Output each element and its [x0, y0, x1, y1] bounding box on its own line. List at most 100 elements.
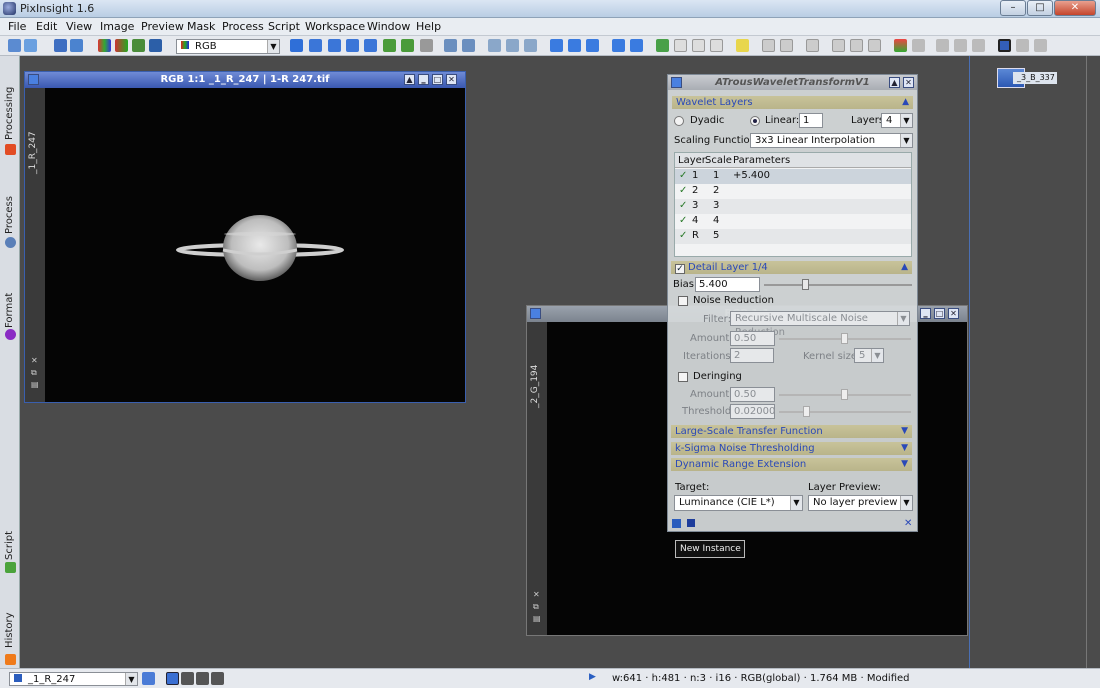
link-icon[interactable]: ⧉ — [533, 602, 539, 612]
maximize-icon[interactable]: □ — [934, 308, 945, 319]
close-icon[interactable]: ✕ — [903, 77, 914, 88]
check-icon[interactable]: ✓ — [679, 200, 687, 211]
section-wavelet-layers[interactable]: Wavelet Layers ▲ — [672, 96, 913, 109]
apply-icon[interactable] — [687, 519, 695, 527]
maximize-button[interactable]: □ — [1027, 0, 1053, 16]
shade-icon[interactable]: ▲ — [404, 74, 415, 85]
image-window-r247[interactable]: RGB 1:1 _1_R_247 | 1-R 247.tif ▲ ‗ □ ✕ _… — [24, 71, 466, 403]
menu-script[interactable]: Script — [268, 20, 300, 33]
cascade-icon[interactable] — [612, 39, 625, 52]
noise-reduction-checkbox[interactable] — [678, 296, 688, 306]
window-menu-icon[interactable] — [28, 74, 39, 85]
zoom-in-icon[interactable] — [444, 39, 457, 52]
check-icon[interactable]: ✓ — [679, 230, 687, 241]
rotate-icon[interactable] — [850, 39, 863, 52]
redo-icon[interactable] — [24, 39, 37, 52]
linear-radio[interactable] — [750, 116, 760, 126]
crop-icon[interactable] — [832, 39, 845, 52]
grayscale-icon[interactable] — [132, 39, 145, 52]
menu-mask[interactable]: Mask — [187, 20, 215, 33]
play-icon[interactable]: ▶ — [589, 672, 596, 682]
menu-help[interactable]: Help — [416, 20, 441, 33]
iconize-icon[interactable]: ‗ — [920, 308, 931, 319]
pan-tool-icon[interactable] — [364, 39, 377, 52]
slider-handle[interactable] — [841, 389, 848, 400]
tab-process-explorer[interactable]: Process Explorer — [0, 160, 35, 236]
layers-table[interactable]: Layer Scale Parameters ✓ 1 1 +5.400 ✓ 2 … — [674, 152, 912, 257]
layers-select[interactable]: 4 ▼ — [881, 113, 913, 128]
section-detail-layer[interactable]: ✓ Detail Layer 1/4 ▲ — [671, 261, 912, 274]
new-instance-icon[interactable] — [672, 519, 681, 528]
workspace-1-icon[interactable] — [954, 39, 967, 52]
hand-icon[interactable] — [806, 39, 819, 52]
dr-amount-input[interactable]: 0.50 — [730, 387, 775, 402]
mask-show-icon[interactable] — [674, 39, 687, 52]
check-icon[interactable]: ✓ — [679, 215, 687, 226]
image-window-title[interactable]: RGB 1:1 _1_R_247 | 1-R 247.tif — [25, 72, 465, 88]
workspace-2-icon[interactable] — [972, 39, 985, 52]
zoom-in-tool-icon[interactable] — [328, 39, 341, 52]
amount-slider[interactable] — [779, 333, 911, 344]
tab-history-explorer[interactable]: History Explorer — [0, 578, 35, 650]
display-r-icon[interactable] — [181, 672, 194, 685]
table-row[interactable]: ✓ 3 3 — [675, 199, 911, 214]
image-icon-label[interactable]: _3_B_337 — [1013, 72, 1057, 84]
zoom-1-1-icon[interactable] — [488, 39, 501, 52]
iterations-spinbox[interactable]: 2 — [730, 348, 774, 363]
target-select[interactable]: Luminance (CIE L*) ▼ — [674, 495, 803, 511]
mask-icon[interactable] — [656, 39, 669, 52]
shade-icon[interactable]: ▲ — [889, 77, 900, 88]
linear-spinbox[interactable]: 1 — [799, 113, 823, 128]
pointer-icon[interactable] — [420, 39, 433, 52]
table-row[interactable]: ✓ 4 4 — [675, 214, 911, 229]
section-large-scale[interactable]: Large-Scale Transfer Function ▼ — [671, 425, 912, 438]
invert-icon[interactable] — [149, 39, 162, 52]
flip-icon[interactable] — [868, 39, 881, 52]
threshold-input[interactable]: 0.02000 — [730, 404, 775, 419]
display-b-icon[interactable] — [211, 672, 224, 685]
section-ksigma[interactable]: k-Sigma Noise Thresholding ▼ — [671, 442, 912, 455]
display-g-icon[interactable] — [196, 672, 209, 685]
minimize-button[interactable]: – — [1000, 0, 1026, 16]
slider-handle[interactable] — [841, 333, 848, 344]
zoom-fit-icon[interactable] — [309, 39, 322, 52]
tab-processing-console[interactable]: Processing Console — [0, 56, 35, 142]
close-icon[interactable]: ✕ — [446, 74, 457, 85]
view-select[interactable]: _1_R_247 ▼ — [9, 672, 138, 686]
deringing-checkbox[interactable] — [678, 372, 688, 382]
menu-file[interactable]: File — [8, 20, 26, 33]
close-button[interactable]: ✕ — [1054, 0, 1096, 16]
tab-format-explorer[interactable]: Format Explorer — [0, 252, 35, 330]
zoom-out-icon[interactable] — [462, 39, 475, 52]
menu-workspace[interactable]: Workspace — [305, 20, 365, 33]
table-row[interactable]: ✓ 1 1 +5.400 — [675, 169, 911, 184]
kernel-size-select[interactable]: 5 ▼ — [854, 348, 884, 363]
link-icon[interactable]: ⧉ — [31, 368, 37, 378]
scaling-function-select[interactable]: 3x3 Linear Interpolation ▼ — [750, 133, 913, 148]
undo-icon[interactable] — [8, 39, 21, 52]
explorer-icon[interactable] — [936, 39, 949, 52]
table-row[interactable]: ✓ 2 2 — [675, 184, 911, 199]
process-window-title[interactable]: ATrousWaveletTransformV1 — [668, 75, 917, 90]
menu-preview[interactable]: Preview — [141, 20, 184, 33]
pin-icon[interactable]: ✕ — [533, 590, 540, 599]
table-row[interactable]: ✓ R 5 — [675, 229, 911, 244]
layer-preview-select[interactable]: No layer preview ▼ — [808, 495, 913, 511]
image-canvas[interactable] — [45, 88, 465, 402]
stf-icon[interactable] — [736, 39, 749, 52]
check-icon[interactable]: ✓ — [679, 170, 687, 181]
mask-invert-icon[interactable] — [692, 39, 705, 52]
fit-view-icon[interactable] — [550, 39, 563, 52]
dr-amount-slider[interactable] — [779, 389, 911, 400]
slider-handle[interactable] — [802, 279, 809, 290]
threshold-slider[interactable] — [779, 406, 911, 417]
stf-reset-icon[interactable] — [780, 39, 793, 52]
workspace-5-icon[interactable] — [1034, 39, 1047, 52]
menu-edit[interactable]: Edit — [36, 20, 57, 33]
expand-icon[interactable]: ▼ — [901, 442, 908, 455]
tile-icon[interactable] — [630, 39, 643, 52]
menu-window[interactable]: Window — [367, 20, 410, 33]
color-mode-select[interactable]: RGB ▼ — [176, 39, 280, 54]
pin-icon[interactable]: ✕ — [31, 356, 38, 365]
expand-icon[interactable]: ▼ — [901, 458, 908, 471]
